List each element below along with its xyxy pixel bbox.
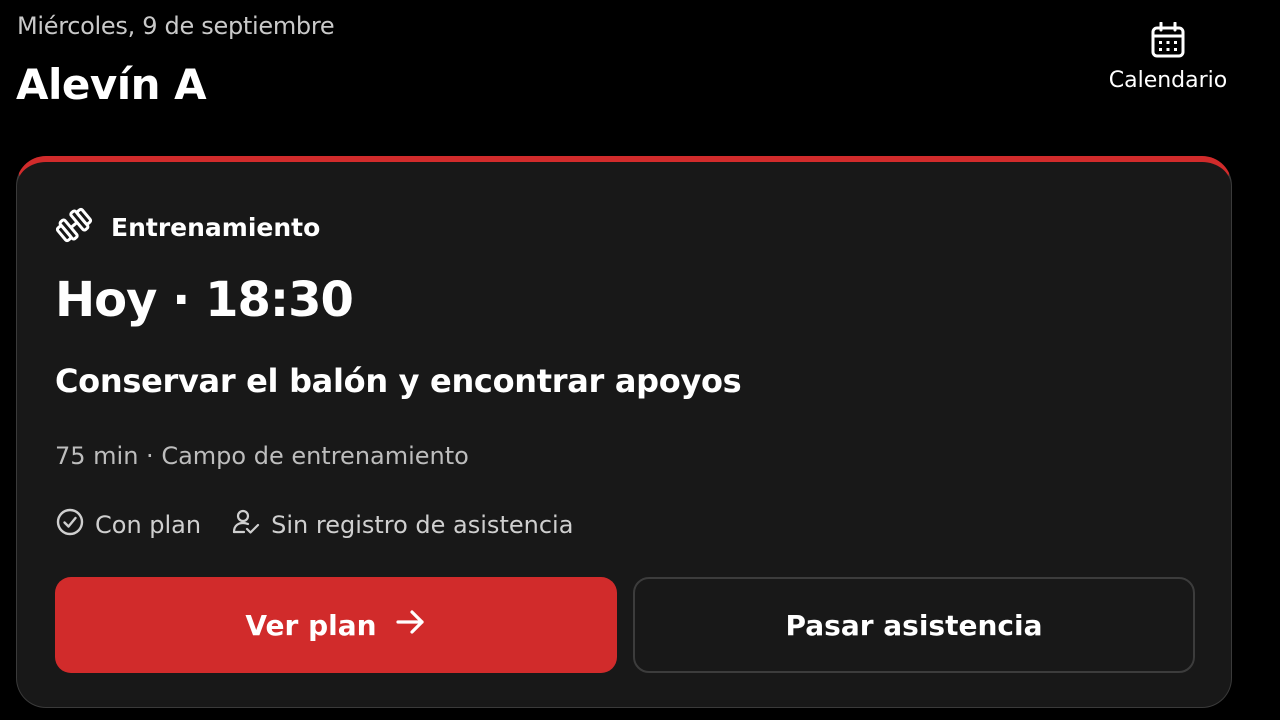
- calendar-label: Calendario: [1108, 68, 1228, 93]
- session-meta: 75 min · Campo de entrenamiento: [55, 442, 469, 470]
- take-attendance-button[interactable]: Pasar asistencia: [633, 577, 1195, 673]
- check-circle-icon: [55, 507, 85, 543]
- attendance-status: Sin registro de asistencia: [231, 507, 573, 543]
- dumbbell-icon: [55, 206, 93, 248]
- plan-status: Con plan: [55, 507, 201, 543]
- attendance-status-label: Sin registro de asistencia: [271, 511, 574, 539]
- session-type: Entrenamiento: [55, 206, 320, 248]
- user-check-icon: [231, 507, 261, 543]
- training-card: Entrenamiento Hoy · 18:30 Conservar el b…: [16, 156, 1232, 708]
- plan-status-label: Con plan: [95, 511, 202, 539]
- arrow-right-icon: [395, 608, 427, 643]
- view-plan-button[interactable]: Ver plan: [55, 577, 617, 673]
- session-type-label: Entrenamiento: [111, 212, 321, 242]
- team-title: Alevín A: [16, 60, 207, 109]
- status-badges: Con plan Sin registro de asistencia: [55, 507, 573, 543]
- session-time: Hoy · 18:30: [55, 272, 354, 328]
- header-date: Miércoles, 9 de septiembre: [17, 12, 335, 40]
- view-plan-label: Ver plan: [245, 608, 377, 642]
- calendar-icon: [1151, 22, 1185, 58]
- take-attendance-label: Pasar asistencia: [785, 608, 1043, 642]
- calendar-button[interactable]: Calendario: [1100, 22, 1236, 102]
- session-title: Conservar el balón y encontrar apoyos: [55, 362, 742, 400]
